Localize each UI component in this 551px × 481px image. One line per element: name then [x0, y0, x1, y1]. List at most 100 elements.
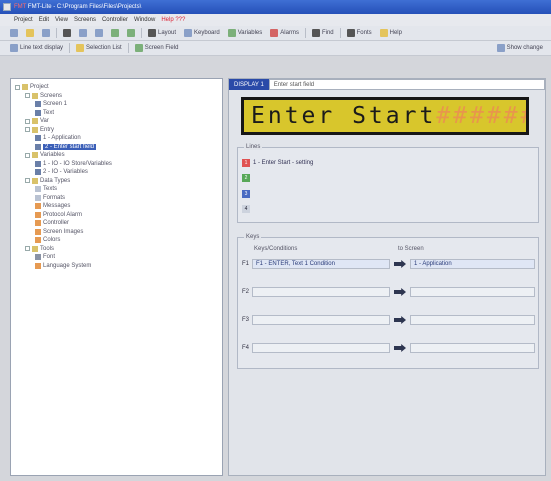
screen-icon — [35, 109, 41, 116]
expand-toggle-icon[interactable] — [25, 246, 30, 252]
tree-node[interactable]: Messages — [15, 202, 222, 211]
key-condition-field[interactable] — [252, 287, 390, 297]
menu-help[interactable]: Help ??? — [161, 17, 185, 23]
tree-node[interactable]: Language System — [15, 262, 222, 271]
target-screen-field[interactable] — [410, 343, 535, 353]
screen-name-input[interactable]: Enter start field — [268, 79, 545, 90]
lcd-cursor: ###### — [436, 103, 526, 129]
screen-field-button[interactable]: Screen Field — [133, 43, 181, 54]
folder-icon — [32, 118, 38, 125]
folder-icon — [32, 92, 38, 99]
new-file-icon — [10, 29, 18, 37]
tree-node[interactable]: Screen 1 — [15, 100, 222, 109]
tree-node-label: 1 - IO - IO Store/Variables — [43, 160, 112, 167]
line-text: 1 - Enter Start - setting — [253, 160, 314, 166]
line-row-1[interactable]: 1 1 - Enter Start - setting — [242, 158, 313, 168]
alarms-button[interactable]: Alarms — [268, 28, 301, 39]
orange-icon — [35, 220, 41, 227]
show-change-button[interactable]: Show change — [495, 43, 545, 54]
tree-node-label: Variables — [40, 152, 65, 159]
tree-node[interactable]: Tools — [15, 245, 222, 254]
variables-button[interactable]: Variables — [226, 28, 265, 39]
target-screen-field[interactable]: 1 - Application — [410, 259, 535, 269]
tree-node[interactable]: 1 - Application — [15, 134, 222, 143]
tree-node[interactable]: 1 - IO - IO Store/Variables — [15, 160, 222, 169]
menu-bar: Project Edit View Screens Controller Win… — [0, 14, 551, 26]
cut-button[interactable] — [61, 28, 73, 39]
menu-edit[interactable]: Edit — [39, 17, 49, 23]
folder-icon — [32, 126, 38, 133]
tree-node-label: 2 - IO - Variables — [43, 169, 88, 176]
tree-node[interactable]: Formats — [15, 194, 222, 203]
expand-toggle-icon[interactable] — [15, 84, 20, 90]
tree-node[interactable]: Text — [15, 109, 222, 118]
key-condition-field[interactable] — [252, 315, 390, 325]
new-button[interactable] — [8, 28, 20, 39]
tree-node-label: Screens — [40, 92, 63, 99]
tree-node[interactable]: Colors — [15, 236, 222, 245]
lcd-preview[interactable]: Enter Start###### — [241, 97, 529, 135]
find-button[interactable]: Find — [310, 28, 336, 39]
expand-toggle-icon[interactable] — [25, 93, 30, 99]
line-text-display-button[interactable]: Line text display — [8, 43, 65, 54]
tree-node[interactable]: Protocol Alarm — [15, 211, 222, 220]
screen-editor: DISPLAY 1 Enter start field Enter Start #… — [228, 78, 546, 476]
project-tree[interactable]: Project Screens Screen 1 Text Var Entry 1 - Ap… — [10, 78, 223, 476]
expand-toggle-icon[interactable] — [25, 127, 30, 133]
line-row-3[interactable]: 3 — [242, 189, 253, 199]
tree-node-label: 1 - Application — [43, 135, 81, 142]
paste-button[interactable] — [93, 28, 105, 39]
redo-button[interactable] — [125, 28, 137, 39]
expand-toggle-icon[interactable] — [25, 152, 30, 158]
line-row-2[interactable]: 2 — [242, 173, 253, 183]
tree-node[interactable]: Project — [15, 83, 222, 92]
tree-node[interactable]: Texts — [15, 185, 222, 194]
save-button[interactable] — [40, 28, 52, 39]
tree-node-label: Screen Images — [43, 228, 84, 235]
menu-view[interactable]: View — [55, 17, 68, 23]
line-number: 1 — [242, 159, 250, 167]
menu-controller[interactable]: Controller — [102, 17, 128, 23]
toolbar-separator — [339, 28, 341, 38]
tree-node[interactable]: 2 - Enter start field — [15, 143, 222, 152]
undo-button[interactable] — [109, 28, 121, 39]
paste-icon — [95, 29, 103, 37]
app-icon — [3, 3, 11, 11]
tree-node-label: Data Types — [40, 177, 71, 184]
fonts-button[interactable]: Fonts — [345, 28, 374, 39]
help-button[interactable]: Help — [378, 28, 404, 39]
menu-window[interactable]: Window — [134, 17, 155, 23]
tree-node[interactable]: Screens — [15, 92, 222, 101]
copy-button[interactable] — [77, 28, 89, 39]
key-condition-field[interactable]: F1 - ENTER, Text 1 Condition — [252, 259, 390, 269]
target-screen-field[interactable] — [410, 287, 535, 297]
arrow-right-icon — [394, 260, 406, 268]
target-screen-field[interactable] — [410, 315, 535, 325]
menu-screens[interactable]: Screens — [74, 17, 96, 23]
tree-node[interactable]: 2 - IO - Variables — [15, 168, 222, 177]
tab-display[interactable]: DISPLAY 1 — [229, 79, 269, 90]
screen-icon — [35, 160, 41, 167]
line-row-4[interactable]: 4 — [242, 204, 253, 214]
keyboard-button[interactable]: Keyboard — [182, 28, 222, 39]
tree-node-label: Colors — [43, 237, 61, 244]
tree-node[interactable]: Variables — [15, 151, 222, 160]
tree-node[interactable]: Data Types — [15, 177, 222, 186]
menu-project[interactable]: Project — [14, 17, 33, 23]
tree-node-label: Controller — [43, 220, 70, 227]
key-condition-field[interactable] — [252, 343, 390, 353]
tree-node[interactable]: Font — [15, 253, 222, 262]
selection-list-button[interactable]: Selection List — [74, 43, 124, 54]
tree-node[interactable]: Entry — [15, 126, 222, 135]
tree-node[interactable]: Controller — [15, 219, 222, 228]
keys-group: Keys Keys/Conditions to Screen F1 F1 - E… — [237, 234, 539, 369]
tree-node-label: Protocol Alarm — [43, 211, 83, 218]
expand-toggle-icon[interactable] — [25, 178, 30, 184]
tree-node-label: Var — [40, 118, 49, 125]
line-number: 4 — [242, 205, 250, 213]
open-button[interactable] — [24, 28, 36, 39]
expand-toggle-icon[interactable] — [25, 118, 30, 124]
layout-button[interactable]: Layout — [146, 28, 178, 39]
tree-node[interactable]: Var — [15, 117, 222, 126]
tree-node[interactable]: Screen Images — [15, 228, 222, 237]
